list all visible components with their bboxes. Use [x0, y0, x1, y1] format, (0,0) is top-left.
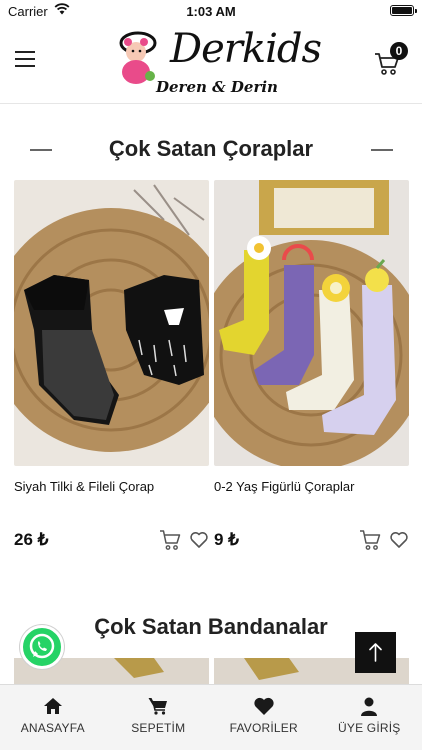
nav-item-cart[interactable]: SEPETİM — [106, 685, 212, 750]
brand-logo[interactable]: Derkids Deren & Derin — [112, 26, 322, 98]
logo-brand-text: Derkids — [170, 26, 322, 72]
nav-item-label: ÜYE GİRİŞ — [338, 721, 401, 735]
battery-icon — [390, 5, 417, 16]
whatsapp-button[interactable] — [20, 625, 64, 669]
status-bar: Carrier 1:03 AM — [0, 0, 422, 22]
add-to-cart-icon[interactable] — [359, 529, 381, 551]
product-name[interactable]: 0-2 Yaş Figürlü Çoraplar — [214, 479, 354, 494]
logo-tagline: Deren & Derin — [156, 78, 278, 96]
clock: 1:03 AM — [186, 4, 236, 19]
product-card[interactable]: 0-2 Yaş Figürlü Çoraplar 9 ₺ — [214, 180, 409, 550]
product-image[interactable] — [214, 180, 409, 466]
user-icon — [361, 697, 378, 716]
nav-item-account[interactable]: ÜYE GİRİŞ — [317, 685, 422, 750]
nav-item-label: FAVORİLER — [229, 721, 298, 735]
section-title: Çok Satan Çoraplar — [108, 136, 314, 161]
favorite-heart-icon[interactable] — [189, 530, 209, 550]
nav-item-label: SEPETİM — [131, 721, 186, 735]
nav-item-home[interactable]: ANASAYFA — [0, 685, 106, 750]
app-header: Derkids Deren & Derin 0 — [0, 22, 422, 104]
bottom-navigation: ANASAYFA SEPETİM FAVORİLER ÜYE GİRİŞ — [0, 684, 422, 750]
product-name[interactable]: Siyah Tilki & Fileli Çorap — [14, 479, 154, 494]
scroll-to-top-button[interactable] — [355, 632, 396, 673]
whatsapp-icon — [29, 633, 55, 659]
product-card[interactable]: Siyah Tilki & Fileli Çorap 26 ₺ — [14, 180, 209, 550]
nav-item-label: ANASAYFA — [20, 721, 85, 735]
product-price: 9 ₺ — [214, 530, 239, 549]
add-to-cart-icon[interactable] — [159, 529, 181, 551]
nav-item-favorites[interactable]: FAVORİLER — [211, 685, 317, 750]
arrow-up-icon — [369, 643, 382, 662]
product-image[interactable] — [14, 180, 209, 466]
cart-icon — [148, 698, 168, 715]
header-cart-button[interactable]: 0 — [374, 42, 410, 78]
favorite-heart-icon[interactable] — [389, 530, 409, 550]
heart-icon — [254, 697, 274, 715]
product-photo-figure-socks — [214, 180, 409, 466]
hamburger-menu-icon[interactable] — [15, 51, 35, 67]
home-icon — [43, 698, 62, 714]
product-photo-black-socks — [14, 180, 209, 466]
product-price: 26 ₺ — [14, 530, 49, 549]
cart-count-badge: 0 — [390, 42, 408, 60]
heading-divider — [371, 149, 393, 151]
